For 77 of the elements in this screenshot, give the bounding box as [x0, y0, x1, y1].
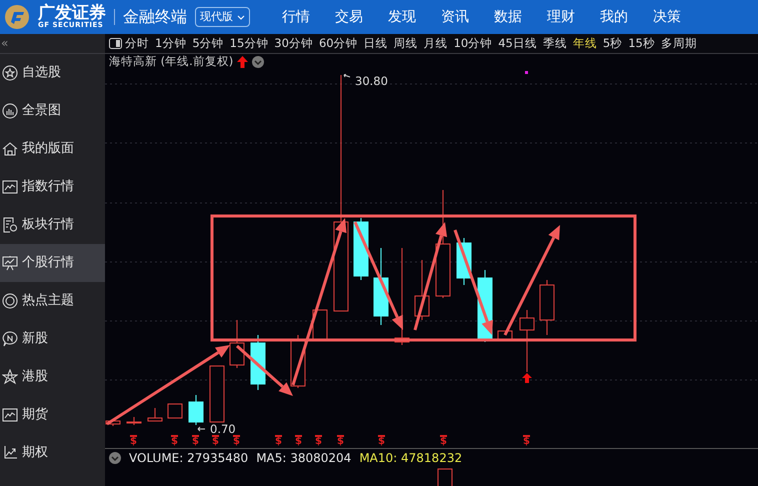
chevron-down-icon: [109, 452, 121, 464]
up-arrow-icon: [522, 373, 532, 383]
marker-icon: [525, 71, 528, 74]
period-tab[interactable]: 10分钟: [450, 34, 496, 53]
nav-link[interactable]: 资讯: [441, 6, 469, 28]
period-tab[interactable]: 45日线: [495, 34, 540, 53]
up-arrow-icon: [237, 56, 248, 68]
panel-toggle-icon: [109, 38, 122, 49]
candlestick: [414, 260, 430, 320]
period-tab[interactable]: 15分钟: [226, 34, 272, 53]
speech-bubble-icon: [2, 331, 18, 347]
low-price-label: 0.70: [210, 424, 236, 436]
pointer-icon: [197, 426, 205, 432]
nav-link[interactable]: 交易: [335, 6, 363, 28]
volume-bar: [437, 468, 453, 486]
sidebar-item[interactable]: 港股: [0, 358, 105, 396]
star-icon: [2, 65, 18, 81]
period-tab[interactable]: 年线: [570, 34, 600, 53]
sidebar-item[interactable]: 板块行情: [0, 206, 105, 244]
candlestick: [520, 310, 534, 372]
nav-link[interactable]: 决策: [653, 6, 681, 28]
edition-dropdown[interactable]: 现代版: [195, 6, 250, 28]
pointer-icon: [343, 74, 351, 80]
sidebar-item[interactable]: 热点主题: [0, 282, 105, 320]
volume-value: VOLUME: 27935480: [129, 450, 248, 466]
caret-icon: [237, 14, 245, 20]
document-icon: [2, 217, 18, 233]
chevron-down-icon: [252, 56, 264, 68]
sidebar-item[interactable]: 我的版面: [0, 130, 105, 168]
period-tab[interactable]: 季线: [540, 34, 570, 53]
candlestick: [250, 334, 266, 390]
nav-link[interactable]: 发现: [388, 6, 416, 28]
nav-link[interactable]: 我的: [600, 6, 628, 28]
period-tab[interactable]: 周线: [390, 34, 421, 53]
bar-chart-icon: [2, 103, 18, 119]
nav-link[interactable]: 行情: [282, 6, 310, 28]
period-tab[interactable]: 30分钟: [271, 34, 316, 53]
line-chart-icon: [2, 179, 18, 195]
period-tab[interactable]: 日线: [360, 34, 391, 53]
period-tab[interactable]: 5秒: [600, 34, 626, 53]
sidebar-item[interactable]: 期权: [0, 434, 105, 472]
easel-icon: [2, 255, 18, 271]
logo-icon: [4, 4, 30, 30]
ma5-value: MA5: 38080204: [256, 450, 352, 466]
period-tab[interactable]: 1分钟: [152, 34, 190, 53]
candlestick: [540, 280, 554, 336]
sidebar-item[interactable]: 指数行情: [0, 168, 105, 206]
period-tab[interactable]: 月线: [420, 34, 451, 53]
nav-link[interactable]: 数据: [494, 6, 522, 28]
candlestick: [106, 418, 120, 426]
candlestick: [148, 408, 162, 422]
sidebar-item[interactable]: 自选股: [0, 54, 105, 92]
high-price-label: 30.80: [355, 76, 388, 88]
sidebar-item[interactable]: 全景图: [0, 92, 105, 130]
candlestick: [230, 320, 244, 368]
candlestick: [126, 416, 142, 426]
house-icon: [2, 141, 18, 157]
target-icon: [2, 293, 18, 309]
brand-name: 广发证券: [38, 5, 106, 22]
sidebar-item[interactable]: 新股: [0, 320, 105, 358]
sidebar-item[interactable]: 期货: [0, 396, 105, 434]
stock-title: 海特高新 (年线.前复权): [109, 53, 234, 70]
candlestick: [168, 404, 182, 418]
period-tab[interactable]: 60分钟: [316, 34, 361, 53]
period-tab[interactable]: 多周期: [658, 34, 700, 53]
flower-icon: [2, 369, 18, 385]
candlestick: [210, 366, 224, 422]
period-tab[interactable]: 分时: [122, 34, 152, 53]
candlestick: [188, 394, 204, 426]
line-chart-icon: [2, 407, 18, 423]
period-tab[interactable]: 5分钟: [189, 34, 227, 53]
period-tab[interactable]: 15秒: [625, 34, 658, 53]
sidebar-item[interactable]: 个股行情: [0, 244, 105, 282]
nav-link[interactable]: 理财: [547, 6, 575, 28]
ma10-value: MA10: 47818232: [359, 450, 462, 466]
line-chart-icon: [2, 445, 18, 461]
product-name: 金融终端: [123, 6, 187, 28]
